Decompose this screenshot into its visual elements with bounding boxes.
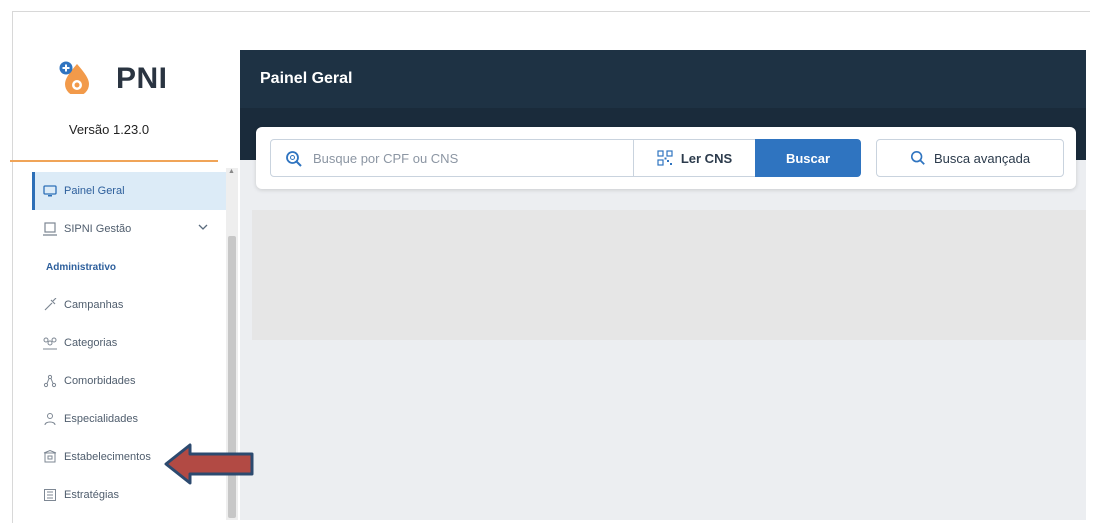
search-box: Ler CNS Buscar — [270, 139, 861, 177]
chevron-down-icon[interactable] — [198, 222, 208, 234]
qr-code-icon — [657, 150, 673, 166]
strategy-icon — [42, 487, 58, 503]
sidebar-item-label: Especialidades — [64, 413, 138, 425]
read-cns-button[interactable]: Ler CNS — [633, 140, 755, 176]
sidebar-divider — [10, 160, 218, 162]
laptop-icon — [42, 221, 58, 237]
sidebar-item-label: SIPNI Gestão — [64, 223, 132, 235]
doctor-icon — [42, 411, 58, 427]
main-content: Painel Geral Ler CNS B — [240, 50, 1086, 520]
dashboard-panel — [252, 210, 1086, 340]
sidebar-item-label: Estratégias — [64, 489, 120, 501]
logo: PNI — [58, 52, 218, 102]
search-icon — [286, 151, 302, 167]
read-cns-label: Ler CNS — [680, 150, 733, 166]
monitor-icon — [42, 183, 58, 199]
building-icon — [42, 449, 58, 465]
sidebar-item-especialidades[interactable]: Especialidades — [32, 400, 226, 438]
advanced-search-icon — [910, 150, 925, 165]
search-card: Ler CNS Buscar Busca avançada — [256, 127, 1076, 189]
search-button[interactable]: Buscar — [755, 139, 861, 177]
sidebar-item-comorbidades[interactable]: Comorbidades — [32, 362, 226, 400]
sidebar-item-label: Comorbidades — [64, 375, 136, 387]
page-header: Painel Geral — [240, 50, 1086, 108]
search-input[interactable] — [313, 140, 623, 176]
sidebar-item-categorias[interactable]: Categorias — [32, 324, 226, 362]
section-label-administrativo: Administrativo — [46, 261, 117, 273]
page-title: Painel Geral — [260, 70, 353, 87]
syringe-icon — [42, 297, 58, 313]
sidebar-item-label: Categorias — [64, 337, 118, 349]
sidebar-item-sipni-gestao[interactable]: SIPNI Gestão — [32, 210, 226, 248]
sidebar-item-label: Estabelecimentos — [64, 451, 151, 463]
advanced-search-label: Busca avançada — [933, 150, 1031, 166]
annotation-arrow-icon — [164, 443, 254, 485]
sidebar-item-campanhas[interactable]: Campanhas — [32, 286, 226, 324]
sidebar-item-label: Painel Geral — [64, 185, 125, 197]
people-group-icon — [42, 335, 58, 351]
share-nodes-icon — [42, 373, 58, 389]
pni-drop-logo-icon — [59, 61, 89, 94]
version-label: Versão 1.23.0 — [68, 122, 150, 137]
scroll-up-icon[interactable]: ▲ — [228, 168, 235, 175]
advanced-search-button[interactable]: Busca avançada — [876, 139, 1064, 177]
logo-text: PNI — [116, 62, 168, 95]
sidebar-item-painel-geral[interactable]: Painel Geral — [32, 172, 226, 210]
sidebar-item-label: Campanhas — [64, 299, 124, 311]
